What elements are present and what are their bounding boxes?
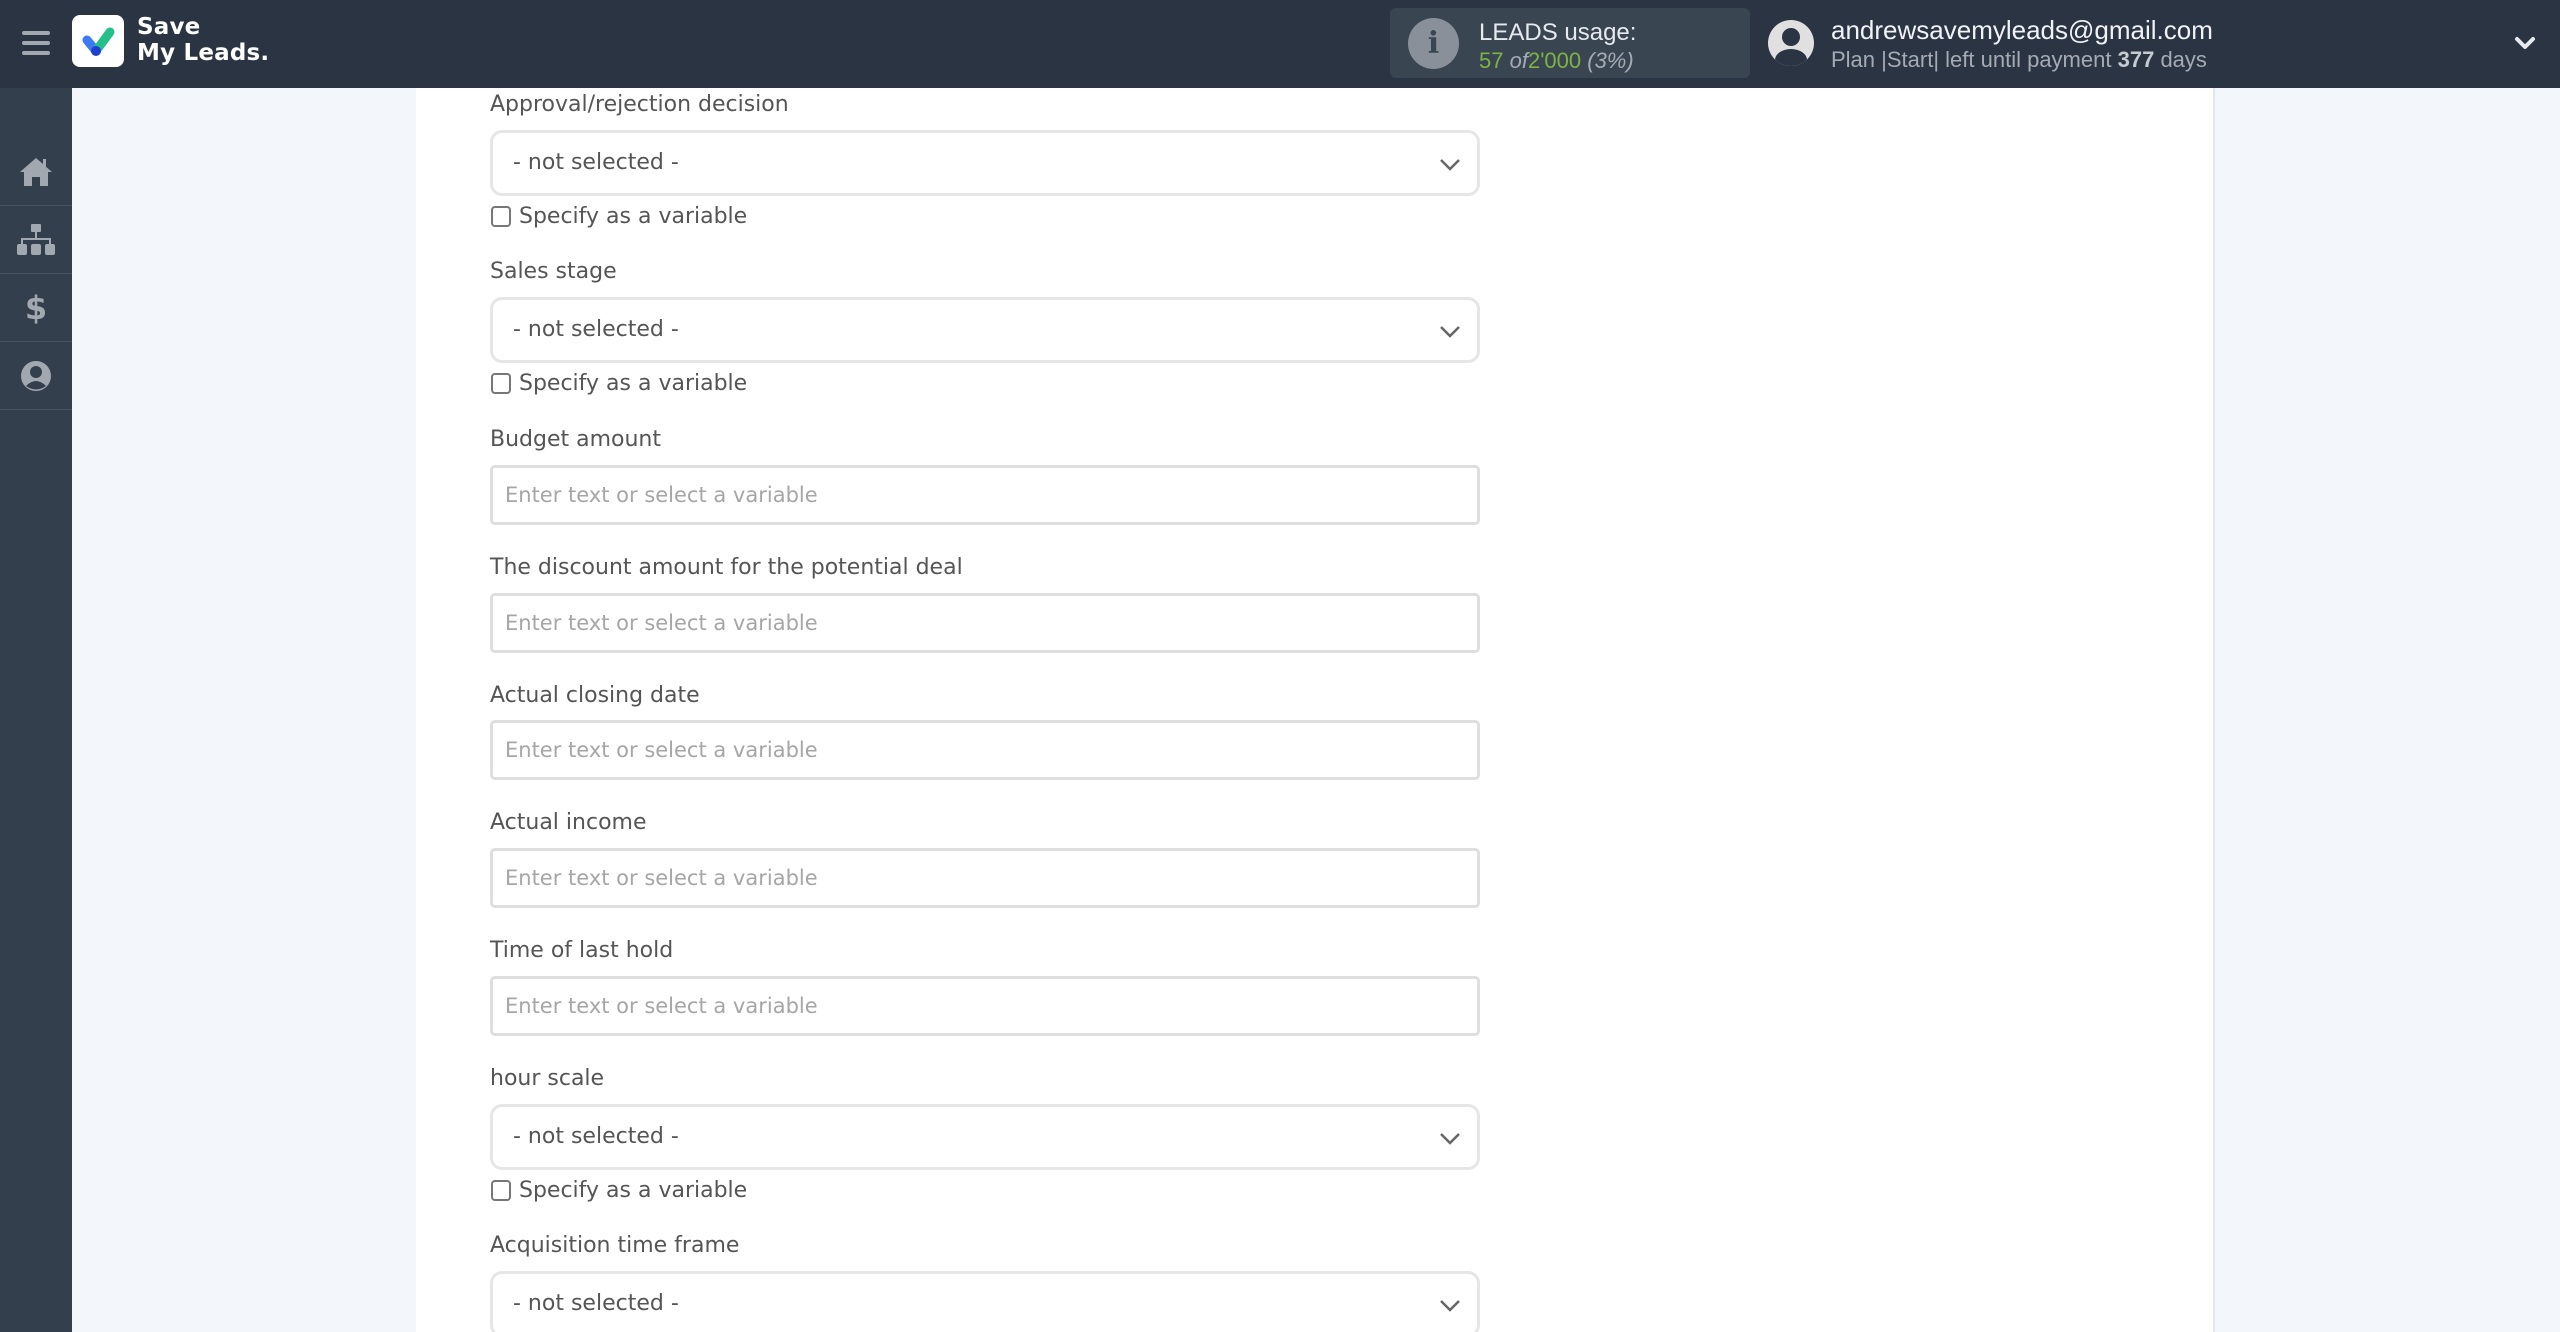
checkbox-label: Specify as a variable bbox=[519, 370, 748, 396]
checkbox-label: Specify as a variable bbox=[519, 1177, 748, 1203]
select-hour-scale[interactable]: - not selected - bbox=[490, 1104, 1480, 1170]
logo-text[interactable]: Save My Leads. bbox=[137, 14, 269, 66]
user-email[interactable]: andrewsavemyleads@gmail.com bbox=[1831, 15, 2213, 46]
checkbox-sales-stage-variable[interactable]: Specify as a variable bbox=[491, 369, 747, 397]
field-label-actual-income: Actual income bbox=[490, 810, 647, 835]
field-label-discount-amount: The discount amount for the potential de… bbox=[490, 555, 963, 580]
logo-line1: Save bbox=[137, 14, 201, 40]
leads-usage-box: i LEADS usage: 57 of2'000 (3%) bbox=[1390, 8, 1750, 78]
dollar-icon: $ bbox=[24, 288, 48, 327]
checkbox-approval-variable[interactable]: Specify as a variable bbox=[491, 202, 747, 230]
checkbox[interactable] bbox=[491, 372, 511, 394]
leads-percent: (3%) bbox=[1587, 48, 1634, 73]
leads-usage-title: LEADS usage: bbox=[1479, 19, 1637, 46]
plan-days-suffix: days bbox=[2160, 47, 2207, 72]
user-plan-info: Plan |Start| left until payment 377 days bbox=[1831, 47, 2207, 73]
logo-line2: My Leads. bbox=[137, 40, 270, 66]
leads-of: of bbox=[1509, 48, 1528, 73]
leads-usage-count: 57 of2'000 (3%) bbox=[1479, 48, 1634, 74]
home-icon bbox=[20, 157, 52, 186]
field-label-actual-closing-date: Actual closing date bbox=[490, 683, 700, 708]
plan-prefix: Plan |Start| left until payment bbox=[1831, 47, 2112, 72]
field-label-sales-stage: Sales stage bbox=[490, 259, 617, 284]
sitemap-icon bbox=[17, 223, 55, 255]
checkbox-label: Specify as a variable bbox=[519, 203, 748, 229]
chevron-down-icon bbox=[1440, 159, 1460, 171]
sidebar-item-connections[interactable] bbox=[0, 206, 72, 274]
info-icon: i bbox=[1408, 18, 1459, 69]
input-discount-amount[interactable] bbox=[490, 593, 1480, 653]
sidebar-item-home[interactable] bbox=[0, 138, 72, 206]
plan-days: 377 bbox=[2117, 47, 2155, 72]
select-acquisition-time-frame[interactable]: - not selected - bbox=[490, 1271, 1480, 1332]
checkbox[interactable] bbox=[491, 1179, 511, 1201]
field-label-acquisition-time-frame: Acquisition time frame bbox=[490, 1233, 740, 1258]
field-label-approval: Approval/rejection decision bbox=[490, 92, 789, 117]
leads-limit: 2'000 bbox=[1527, 48, 1582, 73]
input-time-of-last-hold[interactable] bbox=[490, 976, 1480, 1036]
select-value: - not selected - bbox=[513, 317, 679, 342]
field-label-budget-amount: Budget amount bbox=[490, 427, 662, 452]
leads-used: 57 bbox=[1479, 48, 1504, 73]
select-value: - not selected - bbox=[513, 1124, 679, 1149]
field-label-hour-scale: hour scale bbox=[490, 1066, 605, 1091]
select-value: - not selected - bbox=[513, 1291, 679, 1316]
checkbox[interactable] bbox=[491, 205, 511, 227]
select-sales-stage[interactable]: - not selected - bbox=[490, 297, 1480, 363]
sidebar-item-account[interactable] bbox=[0, 342, 72, 410]
chevron-down-icon[interactable] bbox=[2514, 32, 2536, 54]
user-avatar-icon[interactable] bbox=[1768, 20, 1814, 66]
chevron-down-icon bbox=[1440, 1133, 1460, 1145]
sidebar-item-billing[interactable]: $ bbox=[0, 274, 72, 342]
field-label-time-of-last-hold: Time of last hold bbox=[490, 938, 674, 963]
input-actual-closing-date[interactable] bbox=[490, 720, 1480, 780]
select-value: - not selected - bbox=[513, 150, 679, 175]
chevron-down-icon bbox=[1440, 326, 1460, 338]
checkbox-hour-scale-variable[interactable]: Specify as a variable bbox=[491, 1176, 747, 1204]
select-approval[interactable]: - not selected - bbox=[490, 130, 1480, 196]
top-header: Save My Leads. i LEADS usage: 57 of2'000… bbox=[0, 0, 2560, 88]
input-actual-income[interactable] bbox=[490, 848, 1480, 908]
logo-icon[interactable] bbox=[72, 15, 124, 67]
sidebar: $ bbox=[0, 88, 72, 1332]
chevron-down-icon bbox=[1440, 1300, 1460, 1312]
hamburger-menu-icon[interactable] bbox=[22, 31, 50, 55]
user-circle-icon bbox=[21, 360, 51, 391]
input-budget-amount[interactable] bbox=[490, 465, 1480, 525]
